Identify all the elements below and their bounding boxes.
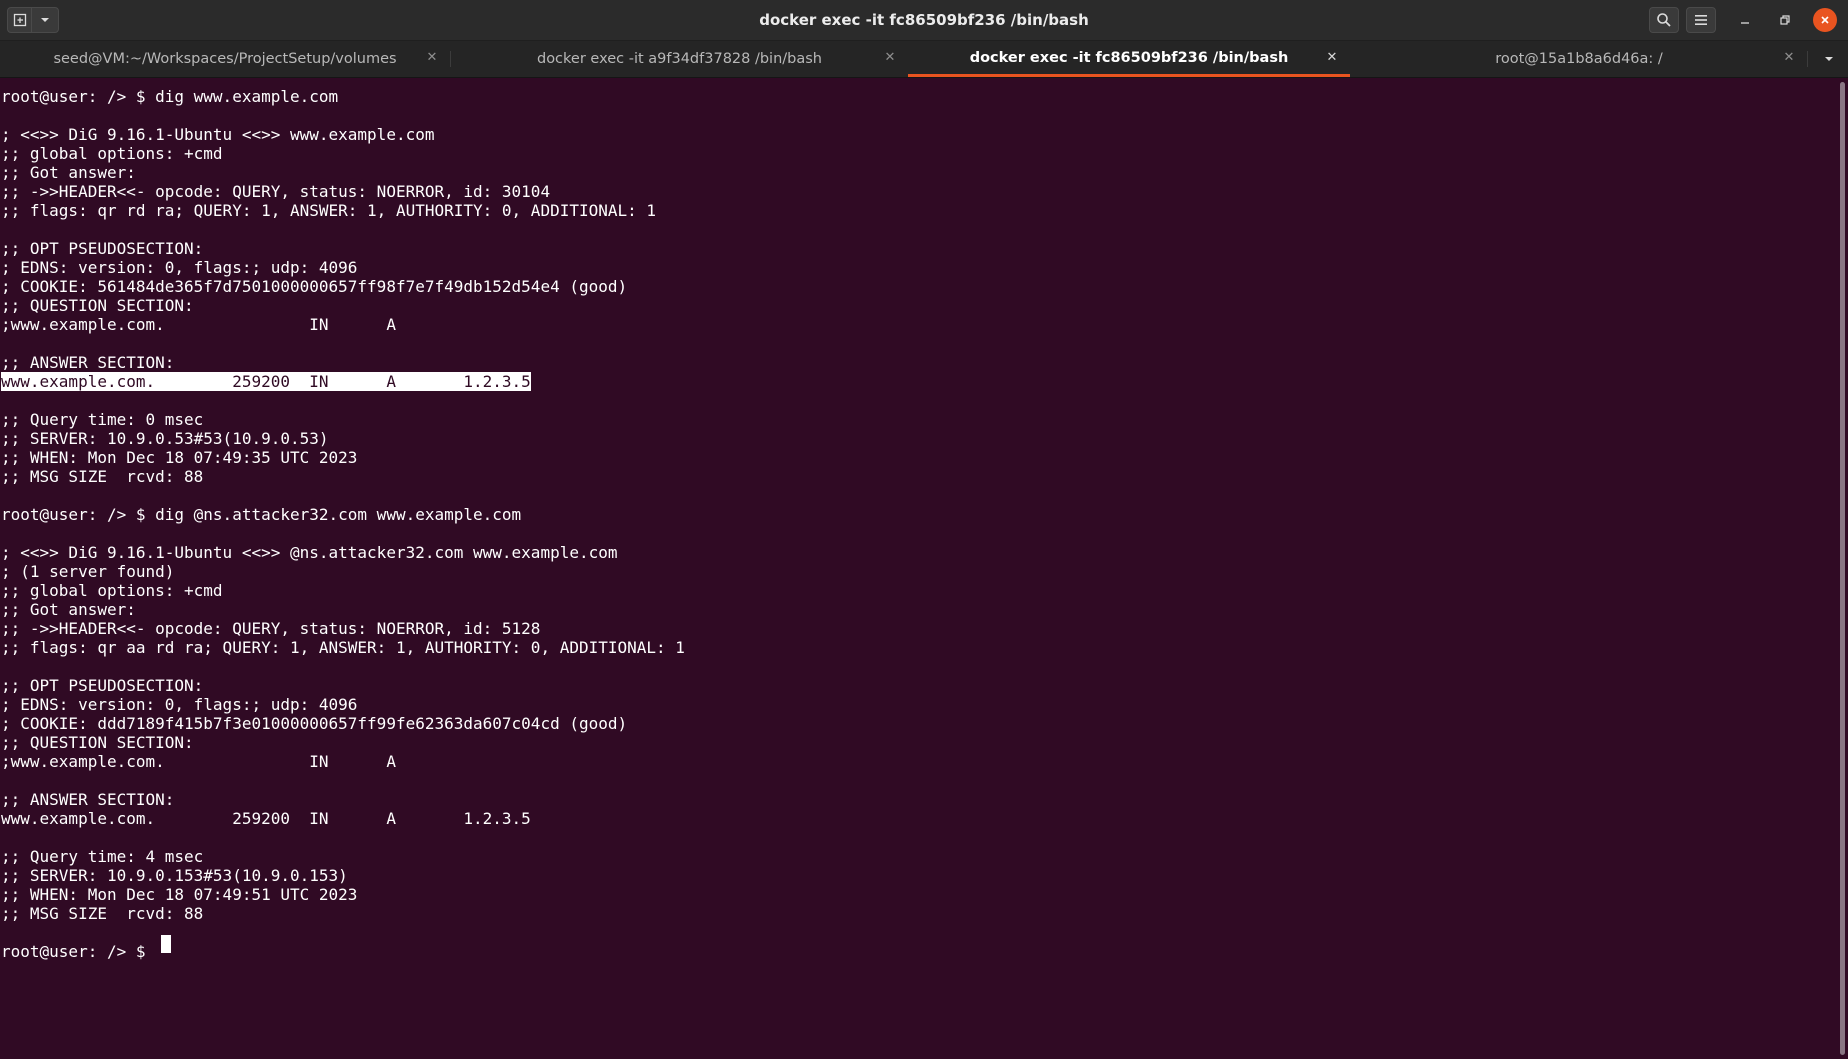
terminal-line: ; (1 server found) xyxy=(1,562,175,581)
terminal-line: ;; ANSWER SECTION: xyxy=(1,790,175,809)
terminal-line: root@user: /> $ xyxy=(1,942,156,961)
close-icon xyxy=(1821,16,1829,24)
tab-seed-vm-volumes[interactable]: seed@VM:~/Workspaces/ProjectSetup/volume… xyxy=(0,41,450,77)
close-icon[interactable]: ✕ xyxy=(1781,50,1797,66)
terminal-line: ;; WHEN: Mon Dec 18 07:49:51 UTC 2023 xyxy=(1,885,358,904)
terminal-line: ; COOKIE: ddd7189f415b7f3e01000000657ff9… xyxy=(1,714,628,733)
terminal-line: ; COOKIE: 561484de365f7d7501000000657ff9… xyxy=(1,277,628,296)
terminal-line: ;; ANSWER SECTION: xyxy=(1,353,175,372)
terminal-line: ;; Query time: 0 msec xyxy=(1,410,204,429)
tabs-overflow-button[interactable] xyxy=(1818,51,1840,67)
search-button[interactable] xyxy=(1649,7,1679,33)
tab-root-15a1b8a6d46a[interactable]: root@15a1b8a6d46a: / ✕ xyxy=(1351,41,1807,77)
terminal-line: ;; QUESTION SECTION: xyxy=(1,296,194,315)
window-title: docker exec -it fc86509bf236 /bin/bash xyxy=(759,11,1089,29)
tab-docker-fc86509bf236[interactable]: docker exec -it fc86509bf236 /bin/bash ✕ xyxy=(908,41,1350,77)
terminal-output[interactable]: root@user: /> $ dig www.example.com ; <<>… xyxy=(0,78,1836,1059)
terminal-line-selected: www.example.com. 259200 IN A 1.2.3.5 xyxy=(1,372,531,391)
terminal-line: ;; OPT PSEUDOSECTION: xyxy=(1,676,204,695)
minimize-button[interactable] xyxy=(1733,8,1757,32)
terminal-line: ;; flags: qr rd ra; QUERY: 1, ANSWER: 1,… xyxy=(1,201,657,220)
terminal-line: www.example.com. 259200 IN A 1.2.3.5 xyxy=(1,809,531,828)
terminal-line: ;; Got answer: xyxy=(1,600,136,619)
terminal-line: ;; flags: qr aa rd ra; QUERY: 1, ANSWER:… xyxy=(1,638,685,657)
terminal-line: ;; Query time: 4 msec xyxy=(1,847,204,866)
menu-button[interactable] xyxy=(1686,7,1716,33)
tab-bar: seed@VM:~/Workspaces/ProjectSetup/volume… xyxy=(0,41,1848,78)
close-icon[interactable]: ✕ xyxy=(424,50,440,66)
terminal-line: ;; QUESTION SECTION: xyxy=(1,733,194,752)
terminal-line: ;; Got answer: xyxy=(1,163,136,182)
tab-separator xyxy=(1807,51,1808,67)
terminal-line: ; EDNS: version: 0, flags:; udp: 4096 xyxy=(1,695,358,714)
terminal-line: ;www.example.com. IN A xyxy=(1,752,396,771)
scrollbar-thumb[interactable] xyxy=(1840,82,1845,1055)
tab-docker-a9f34df37828[interactable]: docker exec -it a9f34df37828 /bin/bash ✕ xyxy=(451,41,908,77)
terminal-line: ;; ->>HEADER<<- opcode: QUERY, status: N… xyxy=(1,619,541,638)
terminal-line: ;www.example.com. IN A xyxy=(1,315,396,334)
terminal-line: ; <<>> DiG 9.16.1-Ubuntu <<>> www.exampl… xyxy=(1,125,435,144)
terminal-line: ; <<>> DiG 9.16.1-Ubuntu <<>> @ns.attack… xyxy=(1,543,618,562)
scrollbar[interactable] xyxy=(1838,80,1848,1059)
terminal-line: ;; global options: +cmd xyxy=(1,144,223,163)
restore-button[interactable] xyxy=(1773,8,1797,32)
terminal-line: ;; SERVER: 10.9.0.153#53(10.9.0.153) xyxy=(1,866,348,885)
close-button[interactable] xyxy=(1813,8,1837,32)
terminal-line: root@user: /> $ dig @ns.attacker32.com w… xyxy=(1,505,522,524)
terminal-line: ;; ->>HEADER<<- opcode: QUERY, status: N… xyxy=(1,182,551,201)
terminal-line: ;; OPT PSEUDOSECTION: xyxy=(1,239,204,258)
terminal-line: ; EDNS: version: 0, flags:; udp: 4096 xyxy=(1,258,358,277)
minimize-icon xyxy=(1741,22,1749,24)
terminal-line: ;; MSG SIZE rcvd: 88 xyxy=(1,467,204,486)
terminal-line: ;; MSG SIZE rcvd: 88 xyxy=(1,904,204,923)
hamburger-menu-icon xyxy=(1695,15,1707,25)
title-bar: docker exec -it fc86509bf236 /bin/bash xyxy=(0,0,1848,41)
restore-icon xyxy=(1780,15,1790,25)
tab-label: seed@VM:~/Workspaces/ProjectSetup/volume… xyxy=(53,51,397,67)
search-icon xyxy=(1657,13,1671,27)
tab-label: root@15a1b8a6d46a: / xyxy=(1495,51,1663,67)
chevron-down-icon xyxy=(1825,57,1833,61)
terminal-line: ;; global options: +cmd xyxy=(1,581,223,600)
terminal-line: ;; SERVER: 10.9.0.53#53(10.9.0.53) xyxy=(1,429,329,448)
terminal-line: root@user: /> $ dig www.example.com xyxy=(1,87,339,106)
tab-label: docker exec -it a9f34df37828 /bin/bash xyxy=(536,51,822,67)
close-icon[interactable]: ✕ xyxy=(1324,50,1340,66)
close-icon[interactable]: ✕ xyxy=(882,50,898,66)
terminal-line: ;; WHEN: Mon Dec 18 07:49:35 UTC 2023 xyxy=(1,448,358,467)
tab-label: docker exec -it fc86509bf236 /bin/bash xyxy=(969,49,1289,66)
terminal-cursor xyxy=(161,935,171,953)
